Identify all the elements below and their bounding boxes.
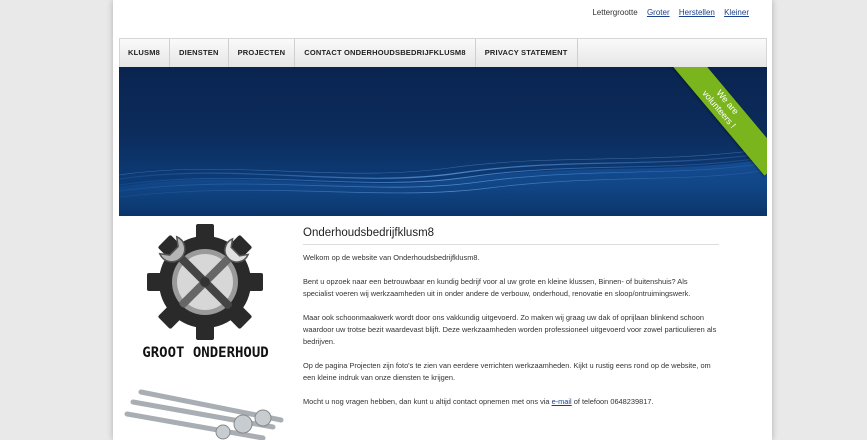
banner-waves	[119, 148, 767, 216]
intro-paragraph: Welkom op de website van Onderhoudsbedri…	[303, 253, 480, 262]
services-paragraph: Bent u opzoek naar een betrouwbaar en ku…	[303, 277, 691, 298]
nav-item-klusm8[interactable]: KLUSM8	[120, 39, 171, 67]
page-container: Lettergrootte Groter Herstellen Kleiner …	[113, 0, 772, 440]
gear-tools-logo-icon	[147, 224, 263, 340]
font-larger-link[interactable]: Groter	[647, 8, 670, 17]
font-smaller-link[interactable]: Kleiner	[724, 8, 749, 17]
nav-item-privacy-statement[interactable]: PRIVACY STATEMENT	[476, 39, 578, 67]
nav-item-contact[interactable]: CONTACT ONDERHOUDSBEDRIJFKLUSM8	[295, 39, 476, 67]
projects-paragraph: Op de pagina Projecten zijn foto's te zi…	[303, 361, 711, 382]
wrench-set-icon	[124, 389, 284, 440]
page-title: Onderhoudsbedrijfklusm8	[303, 227, 719, 245]
main-content: Onderhoudsbedrijfklusm8 Welkom op de web…	[303, 227, 719, 420]
contact-text-before: Mocht u nog vragen hebben, dan kunt u al…	[303, 397, 552, 406]
logo-area: GROOT ONDERHOUD	[123, 222, 288, 440]
logo-caption: GROOT ONDERHOUD	[142, 345, 269, 361]
nav-item-projecten[interactable]: PROJECTEN	[229, 39, 296, 67]
nav-item-diensten[interactable]: DIENSTEN	[170, 39, 229, 67]
font-size-control: Lettergrootte Groter Herstellen Kleiner	[592, 8, 749, 17]
font-reset-link[interactable]: Herstellen	[679, 8, 715, 17]
font-size-label: Lettergrootte	[592, 8, 638, 17]
contact-text-after: of telefoon 0648239817.	[571, 397, 654, 406]
main-nav: KLUSM8 DIENSTEN PROJECTEN CONTACT ONDERH…	[119, 38, 767, 67]
header-banner: We are volunteers !	[119, 67, 767, 216]
email-link[interactable]: e-mail	[552, 397, 572, 406]
contact-paragraph: Mocht u nog vragen hebben, dan kunt u al…	[303, 396, 719, 408]
cleaning-paragraph: Maar ook schoonmaakwerk wordt door ons v…	[303, 313, 717, 346]
